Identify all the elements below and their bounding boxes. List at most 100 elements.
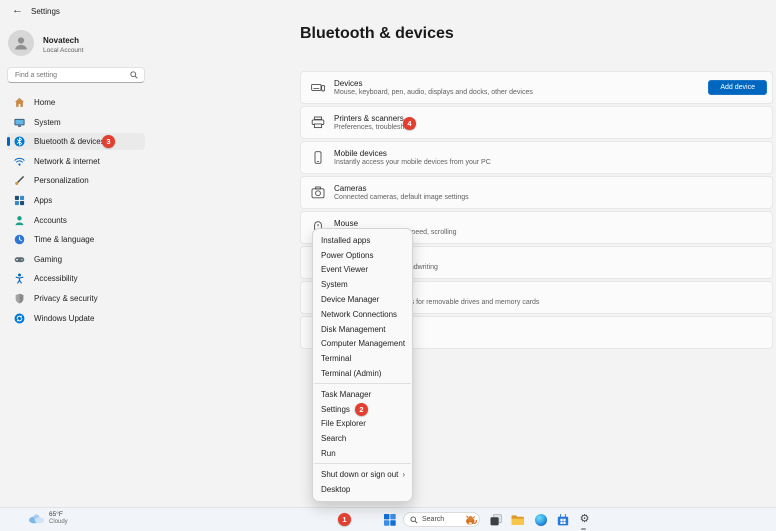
sidebar-item-label: Time & language xyxy=(34,235,94,244)
search-icon xyxy=(130,71,138,79)
menu-item-label: Settings xyxy=(321,405,350,414)
sidebar-item-label: Accessibility xyxy=(34,274,78,283)
back-arrow-icon[interactable]: ← xyxy=(12,4,23,16)
row-title: Devices xyxy=(334,79,533,88)
shield-icon xyxy=(14,293,25,304)
sidebar-item-accounts[interactable]: Accounts xyxy=(7,212,145,229)
settings-window: ← Settings Novatech Local Account Find a… xyxy=(0,0,776,531)
account-type: Local Account xyxy=(43,47,83,54)
menu-item-label: Shut down or sign out xyxy=(321,470,398,479)
add-device-button[interactable]: Add device xyxy=(708,80,767,95)
search-placeholder: Find a setting xyxy=(15,72,130,79)
row-title: Mouse xyxy=(334,219,457,228)
menu-item-event-viewer[interactable]: Event Viewer xyxy=(313,263,412,278)
annotation-badge-4: 4 xyxy=(403,117,416,130)
open-app-indicator xyxy=(581,528,586,530)
wifi-icon xyxy=(14,156,25,167)
row-title: Mobile devices xyxy=(334,149,491,158)
sidebar-item-windows-update[interactable]: Windows Update xyxy=(7,310,145,327)
menu-item-shutdown-signout[interactable]: Shut down or sign out › xyxy=(313,467,412,482)
sidebar-item-home[interactable]: Home xyxy=(7,94,145,111)
cloud-icon xyxy=(28,513,45,524)
annotation-badge-2: 2 xyxy=(355,403,368,416)
bluetooth-icon xyxy=(14,136,25,147)
taskbar-search-label: Search xyxy=(422,516,460,523)
sidebar-item-label: Personalization xyxy=(34,176,89,185)
menu-item-network-connections[interactable]: Network Connections xyxy=(313,307,412,322)
microsoft-store-icon[interactable] xyxy=(556,513,569,526)
sidebar-item-accessibility[interactable]: Accessibility xyxy=(7,270,145,287)
menu-item-file-explorer[interactable]: File Explorer xyxy=(313,417,412,432)
sidebar-item-apps[interactable]: Apps xyxy=(7,192,145,209)
menu-item-run[interactable]: Run xyxy=(313,446,412,461)
menu-item-installed-apps[interactable]: Installed apps xyxy=(313,233,412,248)
menu-item-task-manager[interactable]: Task Manager xyxy=(313,387,412,402)
task-view-icon[interactable] xyxy=(489,513,502,526)
row-mobile-devices[interactable]: Mobile devices Instantly access your mob… xyxy=(300,141,773,174)
annotation-badge-1: 1 xyxy=(338,513,351,526)
row-subtitle: Connected cameras, default image setting… xyxy=(334,194,469,202)
sidebar-item-label: Apps xyxy=(34,196,52,205)
row-devices[interactable]: Devices Mouse, keyboard, pen, audio, dis… xyxy=(300,71,773,104)
search-icon xyxy=(410,516,418,524)
edge-browser-icon[interactable] xyxy=(534,513,547,526)
brush-icon xyxy=(14,175,25,186)
sidebar-item-label: Windows Update xyxy=(34,314,94,323)
sidebar-item-personalization[interactable]: Personalization xyxy=(7,172,145,189)
menu-item-search[interactable]: Search xyxy=(313,431,412,446)
gamepad-icon xyxy=(14,254,25,265)
row-printers-scanners[interactable]: Printers & scanners Preferences, trouble… xyxy=(300,106,773,139)
sidebar-item-label: Home xyxy=(34,98,55,107)
winx-context-menu: Installed apps Power Options Event Viewe… xyxy=(312,228,413,502)
sidebar-item-label: Accounts xyxy=(34,216,67,225)
menu-item-computer-management[interactable]: Computer Management xyxy=(313,337,412,352)
person-icon xyxy=(12,34,30,52)
menu-item-power-options[interactable]: Power Options xyxy=(313,248,412,263)
annotation-badge-3: 3 xyxy=(102,135,115,148)
start-button[interactable] xyxy=(383,513,396,526)
clock-icon xyxy=(14,234,25,245)
sidebar-item-label: Network & internet xyxy=(34,157,100,166)
menu-item-system[interactable]: System xyxy=(313,277,412,292)
sidebar-item-network-internet[interactable]: Network & internet xyxy=(7,153,145,170)
weather-widget[interactable]: 65°F Cloudy xyxy=(28,511,68,526)
sidebar-item-gaming[interactable]: Gaming xyxy=(7,251,145,268)
weather-condition: Cloudy xyxy=(49,519,68,526)
sidebar-nav: Home System Bluetooth & devices 3 Networ… xyxy=(7,94,145,329)
menu-item-desktop[interactable]: Desktop xyxy=(313,482,412,497)
sidebar-item-privacy-security[interactable]: Privacy & security xyxy=(7,290,145,307)
phone-icon xyxy=(311,151,325,164)
menu-item-device-manager[interactable]: Device Manager xyxy=(313,292,412,307)
sidebar-item-bluetooth-devices[interactable]: Bluetooth & devices 3 xyxy=(7,133,145,150)
sidebar-item-label: Bluetooth & devices xyxy=(34,137,105,146)
sidebar-item-label: Gaming xyxy=(34,255,62,264)
window-title: Settings xyxy=(31,7,60,16)
camera-icon xyxy=(311,186,325,199)
menu-item-terminal-admin[interactable]: Terminal (Admin) xyxy=(313,366,412,381)
taskbar-search-box[interactable]: Search xyxy=(403,512,480,527)
row-subtitle: Instantly access your mobile devices fro… xyxy=(334,159,491,167)
settings-gear-icon[interactable]: ⚙ xyxy=(578,513,591,526)
menu-separator xyxy=(314,463,411,464)
devices-icon xyxy=(311,81,325,94)
sidebar-item-time-language[interactable]: Time & language xyxy=(7,231,145,248)
menu-separator xyxy=(314,383,411,384)
file-explorer-icon[interactable] xyxy=(511,513,524,526)
submenu-chevron-icon: › xyxy=(402,470,405,479)
row-cameras[interactable]: Cameras Connected cameras, default image… xyxy=(300,176,773,209)
sidebar-item-label: System xyxy=(34,118,61,127)
accounts-person-icon xyxy=(14,215,25,226)
account-name: Novatech xyxy=(43,36,79,45)
sidebar-item-label: Privacy & security xyxy=(34,294,98,303)
apps-grid-icon xyxy=(14,195,25,206)
menu-item-settings[interactable]: Settings 2 xyxy=(313,402,412,417)
avatar[interactable] xyxy=(8,30,34,56)
search-input[interactable]: Find a setting xyxy=(7,67,145,83)
menu-item-disk-management[interactable]: Disk Management xyxy=(313,322,412,337)
menu-item-terminal[interactable]: Terminal xyxy=(313,351,412,366)
home-icon xyxy=(14,97,25,108)
sidebar-item-system[interactable]: System xyxy=(7,114,145,131)
printer-icon xyxy=(311,116,325,129)
display-icon xyxy=(14,117,25,128)
accessibility-icon xyxy=(14,273,25,284)
